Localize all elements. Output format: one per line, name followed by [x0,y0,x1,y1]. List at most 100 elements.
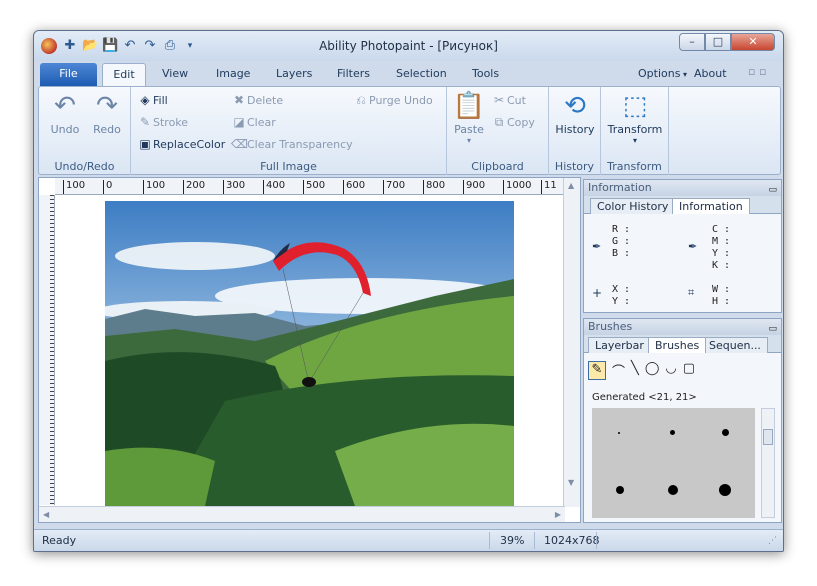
ruler-tick-label: 100 [63,180,85,194]
line-brush-icon[interactable]: ╲ [631,361,639,380]
close-button[interactable]: ✕ [731,33,775,51]
history-button[interactable]: ⟲ History [553,91,597,136]
horizontal-scrollbar[interactable]: ◀ ▶ [39,506,565,522]
replace-color-icon: ▣ [139,137,151,151]
canvas-workspace[interactable] [56,196,564,506]
tab-sequences[interactable]: Sequen... [702,337,768,353]
replacecolor-label: ReplaceColor [153,138,226,151]
scroll-up-icon[interactable]: ▲ [568,181,574,190]
window-controls: – □ ✕ [679,33,775,51]
canvas-image[interactable] [105,201,514,506]
ruler-tick-label: 700 [383,180,405,194]
app-window: ✚ 📂 💾 ↶ ↷ ⎙ ▾ Ability Photopaint - [Рису… [33,30,784,552]
history-clock-icon: ⟲ [564,91,586,121]
scroll-down-icon[interactable]: ▼ [568,478,574,487]
ruler-tick-label: 600 [343,180,365,194]
help-icon[interactable]: ▫ ▫ [748,65,766,78]
about-link[interactable]: About [694,67,727,80]
redo-button[interactable]: ↷ Redo [87,91,127,136]
replacecolor-button[interactable]: ▣ ReplaceColor [137,137,225,151]
vertical-scrollbar[interactable]: ▲ ▼ [563,178,580,507]
clear-icon: ◪ [233,115,245,129]
delete-button[interactable]: ✖ Delete [231,93,283,107]
tab-edit[interactable]: Edit [102,63,146,87]
brush-dot-3[interactable] [722,429,729,436]
brushes-panel-header: Brushes ▭ [584,319,781,335]
tab-image[interactable]: Image [216,67,250,80]
tab-color-history[interactable]: Color History [590,198,676,214]
rectangle-brush-icon[interactable]: ▢ [683,361,695,380]
clear-label: Clear [247,116,276,129]
brush-dot-5[interactable] [668,485,678,495]
options-menu[interactable]: Options ▾ [638,67,687,80]
purge-undo-button[interactable]: ⎌ Purge Undo [353,93,433,108]
crosshair-icon: + [592,286,603,300]
status-bar: Ready 39% 1024x768 ⋰ [34,529,783,551]
options-label: Options [638,67,681,80]
minimize-button[interactable]: – [679,33,705,51]
tab-file[interactable]: File [40,63,97,86]
information-panel: Information ▭ Color History Information … [583,179,782,313]
pencil-brush-icon[interactable]: ✎ [588,361,606,380]
undo-button[interactable]: ↶ Undo [45,91,85,136]
group-label-full-image: Full Image [260,160,317,173]
resize-grip-icon[interactable]: ⋰ [768,536,777,546]
brushes-tabs: Layerbar Brushes Sequen... [584,335,781,353]
ribbon-tabs: File Edit View Image Layers Filters Sele… [34,62,783,87]
brushes-panel-title: Brushes [588,320,633,333]
clear-transparency-button[interactable]: ⌫Clear Transparency [231,137,353,151]
freeform-brush-icon[interactable]: ◡ [665,361,676,380]
tab-layerbar[interactable]: Layerbar [588,337,651,353]
brush-generated-label: Generated <21, 21> [592,392,697,403]
tab-view[interactable]: View [162,67,188,80]
tab-filters[interactable]: Filters [337,67,370,80]
copy-icon: ⧉ [494,115,504,129]
paint-bucket-icon: ◈ [140,93,150,107]
purge-undo-label: Purge Undo [369,94,433,107]
window-title: Ability Photopaint - [Рисунок] [319,39,498,53]
group-label-history: History [554,160,595,173]
ruler-tick-label: 500 [303,180,325,194]
curve-brush-icon[interactable]: ⌒ [612,361,625,380]
ruler-tick-label: 300 [223,180,245,194]
group-label-clipboard: Clipboard [471,160,524,173]
fill-label: Fill [153,94,168,107]
brush-dot-6[interactable] [719,484,731,496]
scroll-right-icon[interactable]: ▶ [555,510,561,519]
status-separator-2 [534,532,535,549]
group-transform: ⬚ Transform ▾ Transform [601,87,669,175]
group-clipboard: 📋 Paste ▾ ✂ Cut ⧉ Copy Clipboard [447,87,549,175]
ellipse-brush-icon[interactable]: ◯ [645,361,660,380]
brush-scroll-thumb[interactable] [763,429,773,445]
scroll-left-icon[interactable]: ◀ [43,510,49,519]
brush-dot-2[interactable] [670,430,675,435]
tab-selection[interactable]: Selection [396,67,447,80]
image-dimensions: 1024x768 [544,534,600,547]
undo-arrow-icon: ↶ [54,91,76,121]
brush-dot-1[interactable] [618,432,620,434]
tab-brushes[interactable]: Brushes [648,337,707,353]
clear-button[interactable]: ◪ Clear [231,115,276,129]
brush-dot-4[interactable] [616,486,624,494]
selection-size-icon: ⌗ [688,286,695,299]
tab-information[interactable]: Information [672,198,750,214]
stroke-label: Stroke [153,116,189,129]
maximize-button[interactable]: □ [705,33,731,51]
clear-transparency-label: Clear Transparency [247,138,353,151]
brush-scrollbar[interactable] [761,408,775,518]
transform-button[interactable]: ⬚ Transform ▾ [605,91,665,145]
copy-button[interactable]: ⧉ Copy [491,115,535,130]
information-panel-header: Information ▭ [584,180,781,196]
purge-icon: ⎌ [356,93,366,107]
horizontal-ruler: 100 0 100 200 300 400 500 600 700 800 900 1000 11 [55,178,564,195]
stroke-button[interactable]: ✎ Stroke [137,115,188,129]
paste-button[interactable]: 📋 Paste ▾ [451,91,487,145]
fill-button[interactable]: ◈ Fill [137,93,168,107]
cut-button[interactable]: ✂ Cut [491,93,526,107]
brush-preview-grid[interactable] [592,408,755,518]
ruler-tick-label: 900 [463,180,485,194]
tab-layers[interactable]: Layers [276,67,312,80]
tab-tools[interactable]: Tools [472,67,499,80]
redo-arrow-icon: ↷ [96,91,118,121]
ruler-tick-label: 800 [423,180,445,194]
